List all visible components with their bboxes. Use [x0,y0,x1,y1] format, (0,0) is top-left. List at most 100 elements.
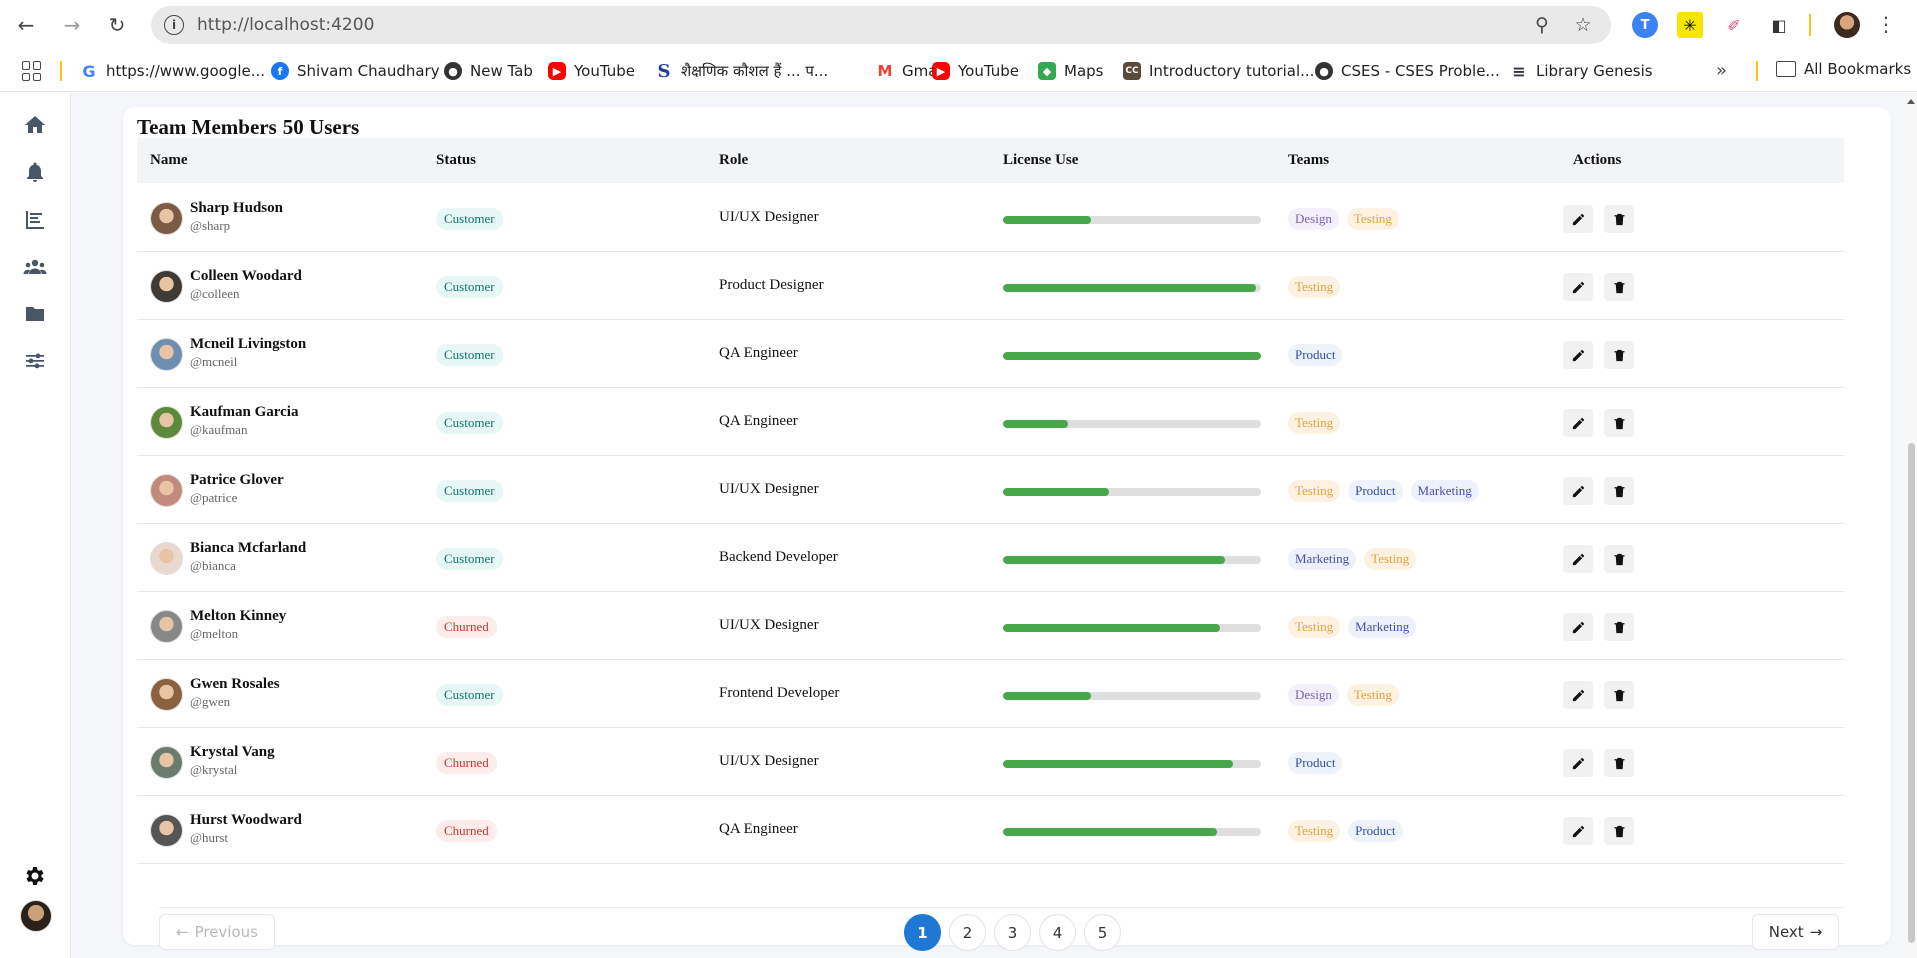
kebab-menu-icon[interactable]: ⋮ [1876,12,1896,38]
next-page-button[interactable]: Next → [1752,914,1839,950]
bookmark-item[interactable]: S शैक्षणिक कौशल हैं ... प... [655,60,828,82]
header-role[interactable]: Role [719,152,748,169]
extension-2-icon[interactable]: ✳ [1677,12,1703,38]
header-license-use[interactable]: License Use [1003,152,1078,169]
delete-button[interactable] [1604,273,1634,301]
license-progress-fill [1003,760,1233,768]
trash-icon [1614,553,1624,565]
edit-button[interactable] [1563,477,1593,505]
users-icon[interactable] [22,254,48,280]
maps-icon: ◆ [1038,62,1056,80]
page-number-button[interactable]: 2 [949,914,986,951]
pencil-icon [1572,553,1584,565]
page-number-button[interactable]: 5 [1084,914,1121,951]
license-progress-bar [1003,828,1261,836]
back-arrow-icon[interactable]: ← [13,12,39,38]
delete-button[interactable] [1604,613,1634,641]
scroll-thumb[interactable] [1908,443,1915,943]
license-progress-fill [1003,420,1068,428]
page-number-button[interactable]: 3 [994,914,1031,951]
delete-button[interactable] [1604,749,1634,777]
team-tag: Testing [1288,480,1341,502]
bookmark-item[interactable]: ▶ YouTube [932,60,1019,82]
extensions-puzzle-icon[interactable]: ◧ [1766,12,1792,38]
color-picker-icon[interactable]: ✐ [1721,12,1747,38]
edit-button[interactable] [1563,409,1593,437]
delete-button[interactable] [1604,545,1634,573]
home-icon[interactable] [22,112,48,138]
forward-arrow-icon[interactable]: → [59,12,85,38]
header-teams[interactable]: Teams [1288,152,1329,169]
user-name: Gwen Rosales [190,676,280,692]
team-tags: Product [1288,752,1343,774]
trash-icon [1614,417,1624,429]
sliders-icon[interactable] [22,348,48,374]
table-row: Colleen Woodard @colleen Customer Produc… [137,252,1844,320]
gear-icon[interactable] [22,863,48,889]
bookmark-item[interactable]: ● New Tab [444,60,533,82]
edit-button[interactable] [1563,817,1593,845]
bookmark-item[interactable]: ▶ YouTube [548,60,635,82]
pencil-icon [1572,757,1584,769]
team-tag: Design [1288,208,1339,230]
page-title: Team Members 50 Users [137,115,365,140]
status-badge: Churned [436,820,497,842]
delete-button[interactable] [1604,477,1634,505]
bookmark-item[interactable]: CC Introductory tutorial... [1123,60,1314,82]
delete-button[interactable] [1604,817,1634,845]
trash-icon [1614,281,1624,293]
zoom-icon[interactable]: ⚲ [1531,14,1553,36]
page-scrollbar[interactable] [1905,93,1917,958]
page-number-button[interactable]: 1 [904,914,941,951]
delete-button[interactable] [1604,205,1634,233]
bookmark-item[interactable]: Ghttps://www.google... [80,60,265,82]
folder-icon [1776,61,1796,77]
user-role: UI/UX Designer [719,617,819,633]
bookmark-item[interactable]: f Shivam Chaudhary [271,60,440,82]
team-tags: Testing Product Marketing [1288,480,1479,502]
bookmark-item[interactable]: ◆ Maps [1038,60,1103,82]
bookmark-item[interactable]: ≡ Library Genesis [1510,60,1653,82]
edit-button[interactable] [1563,341,1593,369]
extension-1-icon[interactable]: T [1632,12,1658,38]
folder-icon[interactable] [22,301,48,327]
edit-button[interactable] [1563,273,1593,301]
user-name: Sharp Hudson [190,200,283,216]
bell-icon[interactable] [22,159,48,185]
header-name[interactable]: Name [150,152,188,169]
edit-button[interactable] [1563,545,1593,573]
address-bar[interactable]: i http://localhost:4200 ⚲ ☆ [151,6,1611,44]
bar-chart-icon[interactable] [22,207,48,233]
bookmark-item[interactable]: ● CSES - CSES Proble... [1315,60,1500,82]
url-text[interactable]: http://localhost:4200 [197,15,374,35]
edit-button[interactable] [1563,681,1593,709]
team-tag: Design [1288,684,1339,706]
page-number-button[interactable]: 4 [1039,914,1076,951]
edit-button[interactable] [1563,749,1593,777]
user-avatar[interactable] [20,900,52,932]
apps-grid-icon[interactable] [22,61,42,81]
delete-button[interactable] [1604,681,1634,709]
team-members-card: Team Members 50 Users Name Status Role Li… [123,107,1891,951]
previous-page-button[interactable]: ← Previous [159,914,275,950]
more-bookmarks-icon[interactable]: » [1716,60,1727,81]
pencil-icon [1572,417,1584,429]
scroll-up-arrow-icon[interactable] [1907,99,1915,104]
edit-button[interactable] [1563,205,1593,233]
edit-button[interactable] [1563,613,1593,641]
delete-button[interactable] [1604,409,1634,437]
reload-icon[interactable]: ↻ [104,12,130,38]
bookmark-star-icon[interactable]: ☆ [1572,14,1594,36]
bookmark-label: CSES - CSES Proble... [1341,62,1500,80]
table-row: Melton Kinney @melton Churned UI/UX Desi… [137,592,1844,660]
user-role: Product Designer [719,277,824,293]
user-count: 50 Users [282,115,360,139]
delete-button[interactable] [1604,341,1634,369]
license-progress-fill [1003,284,1256,292]
header-status[interactable]: Status [436,152,476,169]
all-bookmarks[interactable]: All Bookmarks [1776,60,1911,78]
arrow-right-icon: → [1809,923,1823,941]
site-info-icon[interactable]: i [164,15,184,35]
user-role: QA Engineer [719,821,798,837]
profile-avatar[interactable] [1834,12,1860,38]
